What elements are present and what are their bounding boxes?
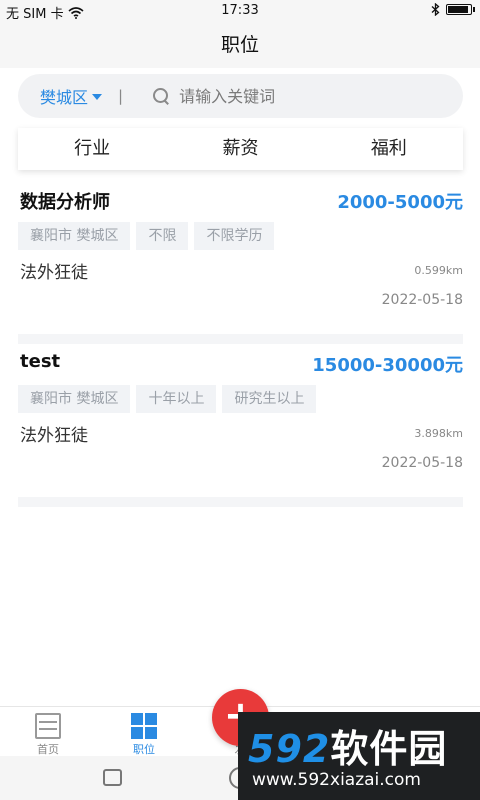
recent-apps-icon[interactable] <box>103 769 122 786</box>
filter-salary[interactable]: 薪资 <box>166 128 314 170</box>
job-tags: 襄阳市 樊城区 十年以上 研究生以上 <box>18 385 317 413</box>
watermark-brand: 592软件园 <box>248 727 448 771</box>
job-title: test <box>20 351 61 372</box>
tab-jobs[interactable]: 职位 <box>96 707 192 757</box>
search-input[interactable] <box>179 86 420 106</box>
job-distance: 3.898km <box>414 427 463 440</box>
clock: 17:33 <box>221 3 259 18</box>
district-label: 樊城区 <box>40 88 89 107</box>
watermark-url: www.592xiazai.com <box>252 770 421 790</box>
company-name: 法外狂徒 <box>20 426 88 446</box>
battery-fill <box>448 6 469 13</box>
watermark-logo: 592软件园 www.592xiazai.com <box>238 712 480 800</box>
tab-home-label: 首页 <box>37 743 59 756</box>
job-salary: 15000-30000元 <box>312 355 463 376</box>
grid-icon <box>131 713 157 739</box>
battery-icon <box>446 4 475 15</box>
search-bar: 樊城区 | <box>18 74 463 118</box>
job-date: 2022-05-18 <box>381 455 463 471</box>
home-icon <box>35 713 61 739</box>
tag-location: 襄阳市 樊城区 <box>18 222 131 250</box>
bluetooth-icon <box>431 3 440 16</box>
tag-education: 研究生以上 <box>222 385 317 413</box>
card-separator <box>18 334 463 344</box>
tag-education: 不限学历 <box>194 222 275 250</box>
tag-experience: 不限 <box>136 222 189 250</box>
job-date: 2022-05-18 <box>381 292 463 308</box>
page-title: 职位 <box>0 22 480 68</box>
caret-down-icon <box>92 93 103 100</box>
tab-home[interactable]: 首页 <box>0 707 96 757</box>
status-right <box>431 3 475 16</box>
tag-location: 襄阳市 樊城区 <box>18 385 131 413</box>
card-separator <box>18 497 463 507</box>
district-selector[interactable]: 樊城区 <box>40 84 103 108</box>
filter-benefits[interactable]: 福利 <box>315 128 463 170</box>
filter-bar: 行业 薪资 福利 <box>18 128 463 170</box>
search-divider: | <box>118 87 124 105</box>
job-salary: 2000-5000元 <box>337 192 463 213</box>
company-name: 法外狂徒 <box>20 263 88 283</box>
filter-industry[interactable]: 行业 <box>18 128 166 170</box>
job-tags: 襄阳市 樊城区 不限 不限学历 <box>18 222 275 250</box>
tab-jobs-label: 职位 <box>133 743 155 756</box>
job-title: 数据分析师 <box>20 192 110 213</box>
job-distance: 0.599km <box>414 264 463 277</box>
status-bar: 无 SIM 卡 17:33 <box>0 0 480 22</box>
tag-experience: 十年以上 <box>136 385 217 413</box>
search-icon <box>153 88 169 104</box>
